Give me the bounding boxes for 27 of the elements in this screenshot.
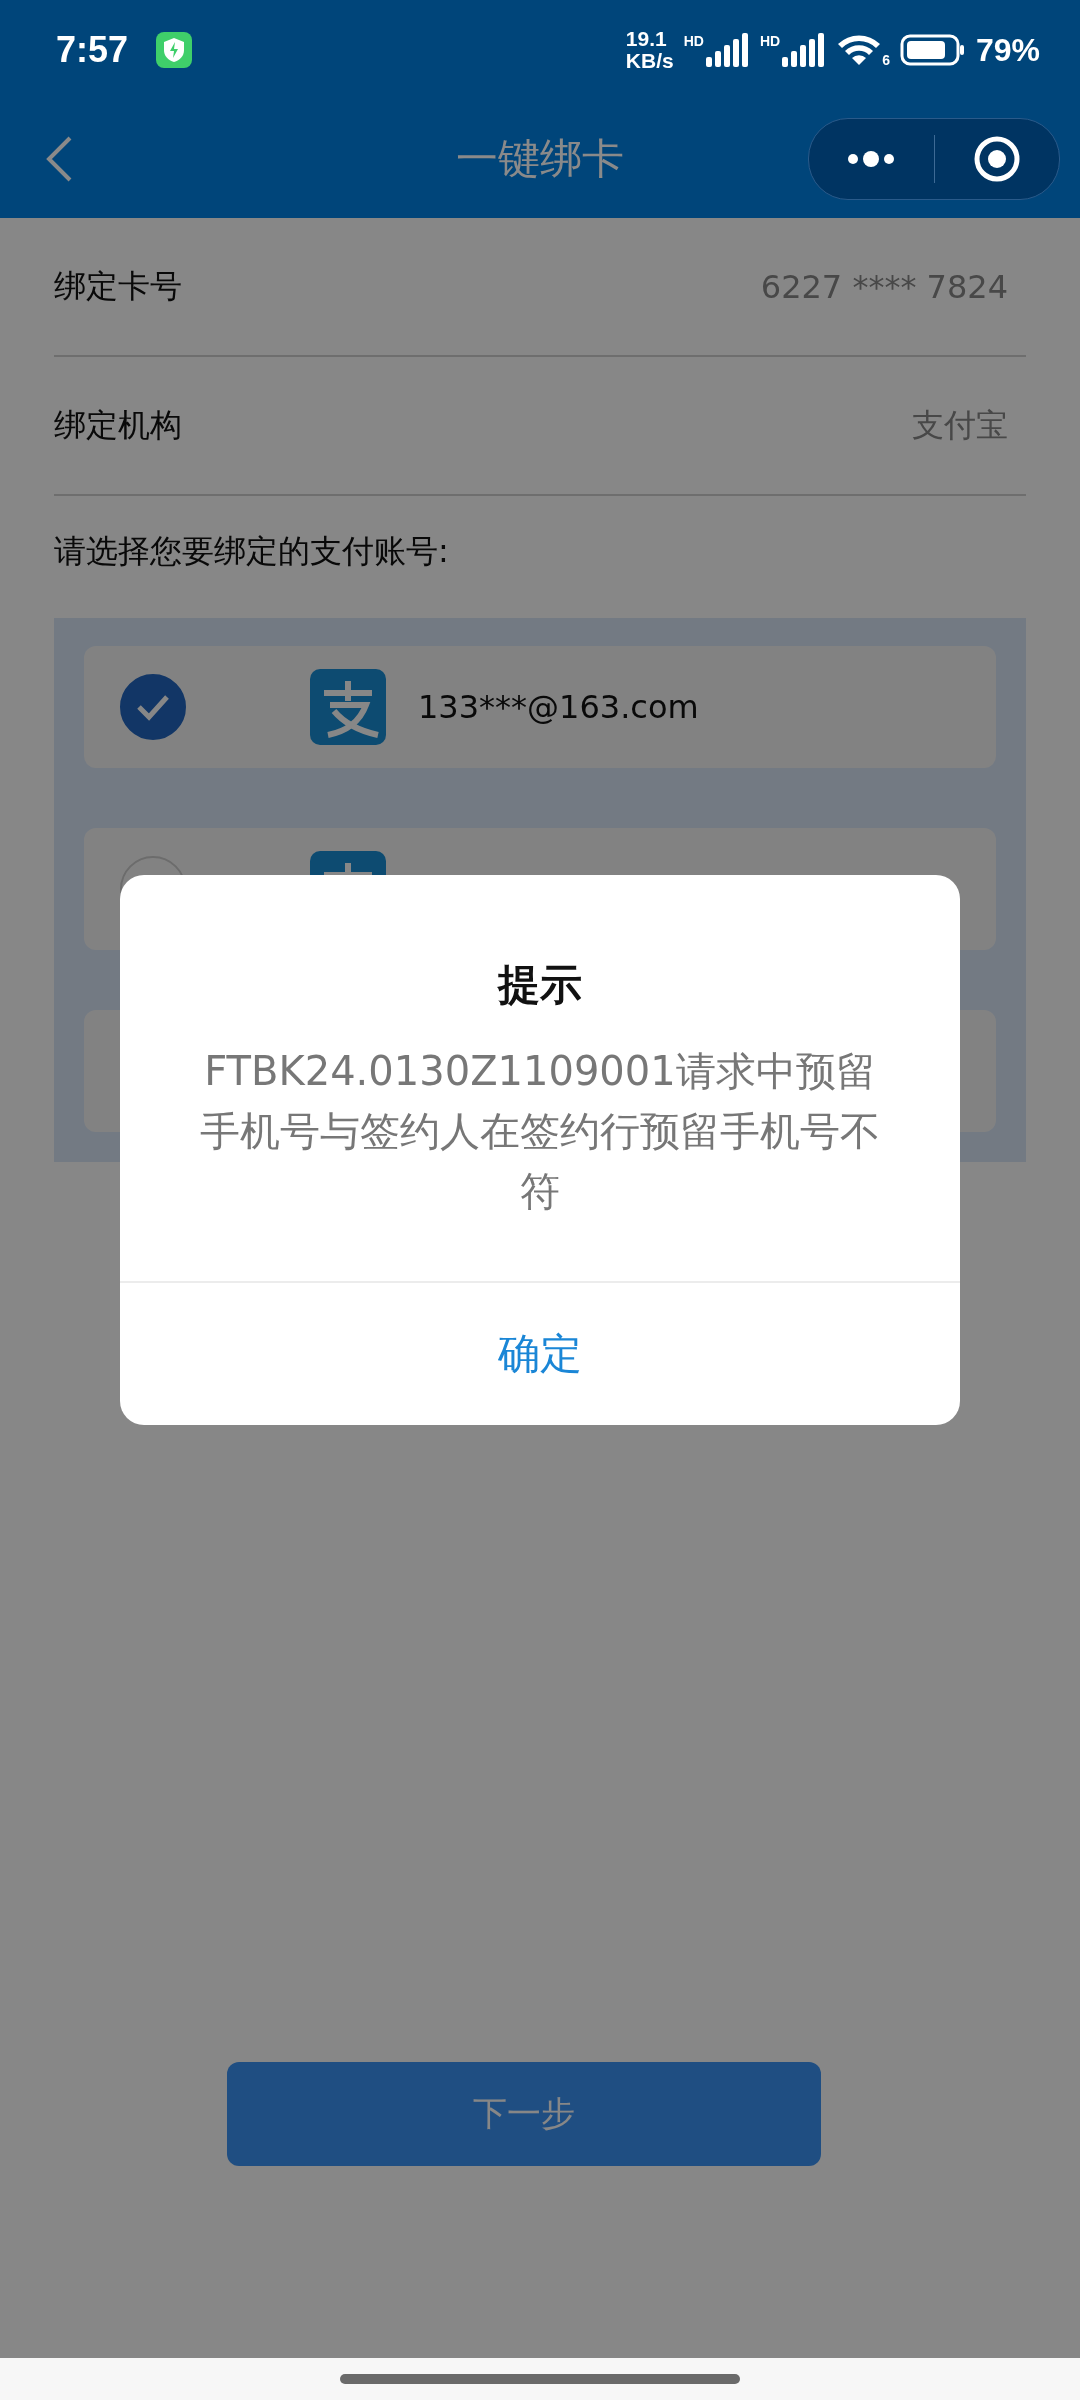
dialog-title: 提示 — [498, 959, 582, 1011]
target-icon — [972, 135, 1021, 183]
signal-icon — [782, 33, 827, 67]
next-button[interactable]: 下一步 — [227, 2062, 821, 2166]
field-label: 绑定卡号 — [54, 265, 182, 307]
signal-icon — [705, 33, 750, 67]
network-speed-unit: KB/s — [625, 50, 674, 72]
wifi-label: 6 — [882, 52, 890, 68]
confirm-button[interactable]: 确定 — [120, 1281, 960, 1425]
field-label: 绑定机构 — [54, 404, 182, 446]
account-email: 133***@163.com — [418, 688, 699, 726]
account-card[interactable]: 133***@163.com — [84, 646, 996, 768]
hd-label: HD — [759, 33, 781, 49]
field-value: 6227 **** 7824 — [760, 267, 1009, 306]
network-speed: 19.1 — [625, 28, 668, 50]
dialog-message: FTBK24.0130Z1109001请求中预留手机号与签约人在签约行预留手机号不符 — [199, 1047, 881, 1216]
payment-app-icon — [310, 669, 386, 745]
clock-time: 7:57 — [56, 29, 129, 71]
back-button[interactable] — [44, 134, 74, 184]
prompt-text: 请选择您要绑定的支付账号: — [54, 531, 450, 572]
field-value: 支付宝 — [912, 404, 1009, 446]
battery-icon — [899, 34, 966, 66]
wifi-icon — [836, 32, 883, 68]
shield-icon — [156, 32, 193, 68]
page-title: 一键绑卡 — [456, 133, 624, 185]
hd-label: HD — [683, 33, 704, 49]
battery-level: 79% — [975, 31, 1040, 69]
